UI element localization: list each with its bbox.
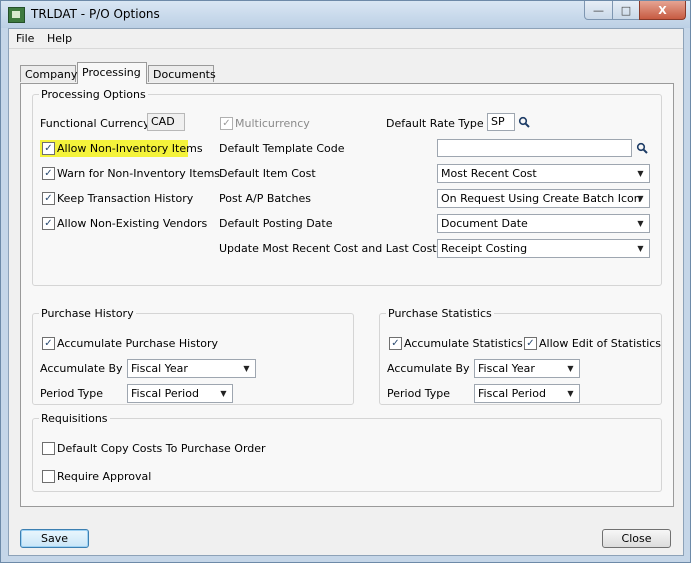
default-template-code-label: Default Template Code [219, 142, 345, 155]
ph-period-type-select[interactable]: Fiscal Period ▼ [127, 384, 233, 403]
default-rate-type-field[interactable]: SP [487, 113, 515, 131]
menu-file[interactable]: File [16, 32, 34, 45]
post-ap-batches-label: Post A/P Batches [219, 192, 311, 205]
keep-transaction-history-label: Keep Transaction History [57, 192, 194, 205]
default-copy-costs-checkbox[interactable] [42, 442, 55, 455]
rate-type-finder-icon[interactable] [518, 116, 530, 128]
functional-currency-label: Functional Currency [40, 117, 150, 130]
ps-accumulate-by-select[interactable]: Fiscal Year ▼ [474, 359, 580, 378]
ps-accumulate-by-value: Fiscal Year [478, 362, 535, 375]
accumulate-purchase-history-checkbox[interactable] [42, 337, 55, 350]
chevron-down-icon: ▼ [567, 364, 574, 373]
po-options-window: TRLDAT - P/O Options — □ X File Help Com… [0, 0, 691, 563]
chevron-down-icon: ▼ [637, 219, 644, 228]
default-item-cost-value: Most Recent Cost [441, 167, 537, 180]
chevron-down-icon: ▼ [637, 194, 644, 203]
allow-non-inventory-label: Allow Non-Inventory Items [57, 142, 203, 155]
ps-accumulate-by-label: Accumulate By [387, 362, 470, 375]
allow-edit-statistics-checkbox[interactable] [524, 337, 537, 350]
allow-non-inventory-row: Allow Non-Inventory Items [40, 140, 203, 157]
chevron-down-icon: ▼ [220, 389, 227, 398]
ph-period-type-value: Fiscal Period [131, 387, 199, 400]
post-ap-batches-select[interactable]: On Request Using Create Batch Icon ▼ [437, 189, 650, 208]
post-ap-batches-value: On Request Using Create Batch Icon [441, 192, 641, 205]
default-template-code-field[interactable] [437, 139, 632, 157]
ps-period-type-label: Period Type [387, 387, 451, 400]
template-code-finder-icon[interactable] [636, 142, 648, 154]
ph-accumulate-by-select[interactable]: Fiscal Year ▼ [127, 359, 256, 378]
update-cost-value: Receipt Costing [441, 242, 528, 255]
accumulate-purchase-history-label: Accumulate Purchase History [57, 337, 219, 350]
multicurrency-label: Multicurrency [235, 117, 310, 130]
ps-period-type-value: Fiscal Period [478, 387, 546, 400]
ph-period-type-label: Period Type [40, 387, 104, 400]
chevron-down-icon: ▼ [243, 364, 250, 373]
require-approval-label: Require Approval [57, 470, 152, 483]
chevron-down-icon: ▼ [567, 389, 574, 398]
allow-non-inventory-checkbox[interactable] [42, 142, 55, 155]
chevron-down-icon: ▼ [637, 169, 644, 178]
menu-help[interactable]: Help [47, 32, 72, 45]
warn-non-inventory-checkbox[interactable] [42, 167, 55, 180]
processing-tab-panel: Processing Options Functional Currency C… [20, 83, 674, 507]
require-approval-checkbox[interactable] [42, 470, 55, 483]
default-posting-date-value: Document Date [441, 217, 528, 230]
maximize-button[interactable]: □ [612, 1, 640, 20]
default-copy-costs-label: Default Copy Costs To Purchase Order [57, 442, 266, 455]
allow-non-existing-vendors-checkbox[interactable] [42, 217, 55, 230]
purchase-history-title: Purchase History [41, 307, 134, 320]
maximize-icon: □ [620, 3, 632, 17]
functional-currency-field: CAD [147, 113, 185, 131]
minimize-button[interactable]: — [584, 1, 613, 20]
app-icon [8, 7, 25, 23]
update-cost-label: Update Most Recent Cost and Last Cost At [219, 242, 452, 255]
accumulate-statistics-label: Accumulate Statistics [404, 337, 523, 350]
keep-transaction-history-checkbox[interactable] [42, 192, 55, 205]
default-posting-date-select[interactable]: Document Date ▼ [437, 214, 650, 233]
processing-options-title: Processing Options [41, 88, 146, 101]
default-rate-type-label: Default Rate Type [386, 117, 484, 130]
allow-edit-statistics-label: Allow Edit of Statistics [539, 337, 662, 350]
client-area: File Help Company Processing Documents P… [8, 28, 684, 556]
multicurrency-checkbox [220, 117, 233, 130]
requisitions-title: Requisitions [41, 412, 108, 425]
ph-accumulate-by-label: Accumulate By [40, 362, 123, 375]
ph-accumulate-by-value: Fiscal Year [131, 362, 188, 375]
close-icon: X [658, 3, 667, 17]
title-bar[interactable]: TRLDAT - P/O Options — □ X [1, 1, 690, 28]
default-item-cost-label: Default Item Cost [219, 167, 316, 180]
menu-bar: File Help [9, 29, 683, 49]
allow-non-existing-vendors-label: Allow Non-Existing Vendors [57, 217, 208, 230]
tab-documents[interactable]: Documents [148, 65, 216, 82]
tab-processing[interactable]: Processing [77, 62, 147, 84]
default-item-cost-select[interactable]: Most Recent Cost ▼ [437, 164, 650, 183]
save-button[interactable]: Save [20, 529, 89, 548]
close-window-button[interactable]: X [639, 1, 686, 20]
window-title: TRLDAT - P/O Options [31, 7, 160, 21]
purchase-statistics-title: Purchase Statistics [388, 307, 492, 320]
ps-period-type-select[interactable]: Fiscal Period ▼ [474, 384, 580, 403]
chevron-down-icon: ▼ [637, 244, 644, 253]
update-cost-select[interactable]: Receipt Costing ▼ [437, 239, 650, 258]
accumulate-statistics-checkbox[interactable] [389, 337, 402, 350]
tab-company[interactable]: Company [20, 65, 77, 82]
minimize-icon: — [593, 3, 604, 17]
close-button[interactable]: Close [602, 529, 671, 548]
warn-non-inventory-label: Warn for Non-Inventory Items [57, 167, 221, 180]
default-posting-date-label: Default Posting Date [219, 217, 333, 230]
